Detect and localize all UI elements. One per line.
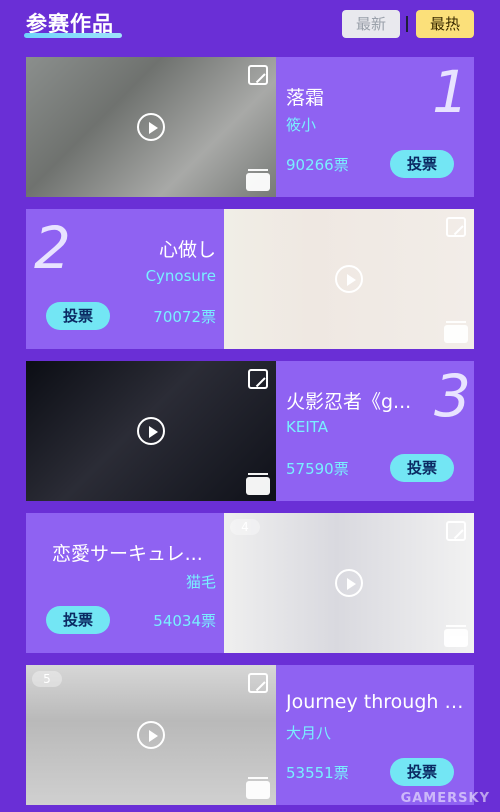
- vote-button[interactable]: 投票: [390, 150, 454, 178]
- play-icon[interactable]: [137, 721, 165, 749]
- entry-thumbnail[interactable]: [26, 57, 276, 197]
- entry-author: 筱小: [286, 116, 317, 134]
- rank-badge: 5: [32, 671, 62, 687]
- share-icon[interactable]: [446, 217, 466, 237]
- entry-title: 恋愛サーキュレ...: [52, 543, 203, 565]
- sort-latest-button[interactable]: 最新: [342, 10, 400, 38]
- rank-badge: 4: [230, 519, 260, 535]
- sort-divider: [406, 16, 408, 32]
- entry-title: 火影忍者《g...: [286, 391, 412, 413]
- entry-title: 落霜: [286, 87, 325, 109]
- entry-thumbnail[interactable]: [224, 209, 474, 349]
- entry-card-3[interactable]: 火影忍者《g... KEITA 57590票 投票 3: [26, 361, 474, 501]
- entry-info: 2 心做し Cynosure 投票 70072票: [26, 209, 224, 349]
- play-icon[interactable]: [137, 113, 165, 141]
- play-icon[interactable]: [335, 265, 363, 293]
- rank-number: 1: [432, 58, 469, 126]
- title-underline: [24, 33, 122, 38]
- rank-number: 2: [34, 214, 71, 282]
- entry-card-2[interactable]: 2 心做し Cynosure 投票 70072票: [26, 209, 474, 349]
- rank-number: 3: [434, 362, 471, 430]
- entry-card-1[interactable]: 落霜 筱小 90266票 投票 1: [26, 57, 474, 197]
- sort-hot-button[interactable]: 最热: [416, 10, 474, 38]
- entry-card-5[interactable]: 5 Journey through t... 大月八 53551票 投票: [26, 665, 474, 805]
- share-icon[interactable]: [248, 65, 268, 85]
- entry-author: KEITA: [286, 418, 328, 436]
- entry-vote-count: 53551票: [286, 764, 349, 782]
- entry-thumbnail[interactable]: 5: [26, 665, 276, 805]
- share-icon[interactable]: [248, 369, 268, 389]
- header: 参赛作品 最新 最热: [0, 0, 500, 48]
- entry-vote-count: 70072票: [153, 308, 216, 326]
- vote-button[interactable]: 投票: [390, 454, 454, 482]
- vote-button[interactable]: 投票: [46, 302, 110, 330]
- entry-title: 心做し: [158, 239, 216, 261]
- entry-info: 落霜 筱小 90266票 投票 1: [276, 57, 474, 197]
- watermark: GAMERSKY: [400, 791, 490, 806]
- entry-vote-count: 57590票: [286, 460, 349, 478]
- entry-info: 恋愛サーキュレ... 猫毛 投票 54034票: [26, 513, 224, 653]
- entry-title: Journey through t...: [286, 691, 466, 713]
- vote-button[interactable]: 投票: [46, 606, 110, 634]
- entry-vote-count: 90266票: [286, 156, 349, 174]
- playlist-icon[interactable]: [444, 321, 468, 343]
- playlist-icon[interactable]: [444, 625, 468, 647]
- share-icon[interactable]: [248, 673, 268, 693]
- playlist-icon[interactable]: [246, 473, 270, 495]
- playlist-icon[interactable]: [246, 169, 270, 191]
- play-icon[interactable]: [335, 569, 363, 597]
- entry-author: 猫毛: [185, 573, 216, 591]
- entry-thumbnail[interactable]: [26, 361, 276, 501]
- playlist-icon[interactable]: [246, 777, 270, 799]
- play-icon[interactable]: [137, 417, 165, 445]
- entry-thumbnail[interactable]: 4: [224, 513, 474, 653]
- entry-info: 火影忍者《g... KEITA 57590票 投票 3: [276, 361, 474, 501]
- entry-card-4[interactable]: 恋愛サーキュレ... 猫毛 投票 54034票 4: [26, 513, 474, 653]
- entry-author: 大月八: [286, 724, 332, 742]
- vote-button[interactable]: 投票: [390, 758, 454, 786]
- entry-info: Journey through t... 大月八 53551票 投票: [276, 665, 474, 805]
- share-icon[interactable]: [446, 521, 466, 541]
- entry-author: Cynosure: [145, 267, 216, 285]
- entry-vote-count: 54034票: [153, 612, 216, 630]
